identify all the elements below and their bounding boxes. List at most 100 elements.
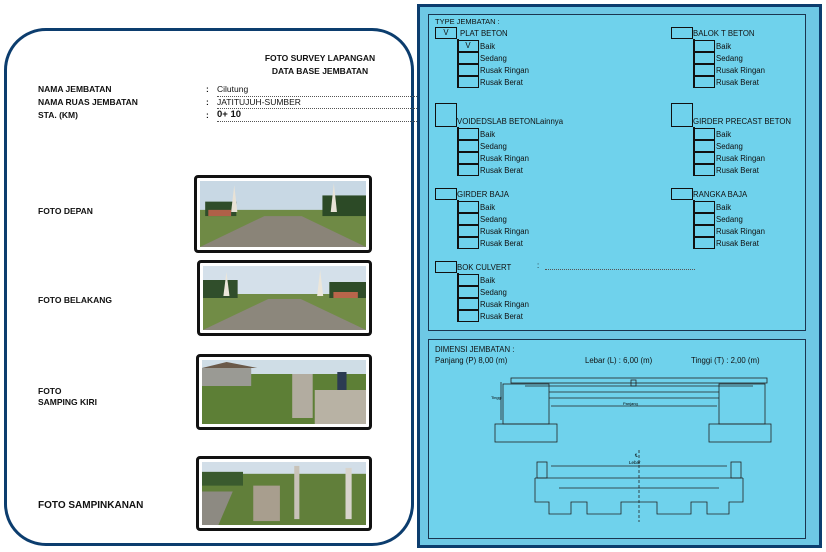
balok-t-cond-sedang[interactable]: Sedang xyxy=(693,52,743,64)
cond-checkbox[interactable] xyxy=(693,213,715,225)
sta-colon: : xyxy=(206,110,209,120)
type-voidedslab-beton-checkbox[interactable] xyxy=(435,103,457,127)
type-plat-beton[interactable]: V PLAT BETON xyxy=(435,27,508,40)
cond-checkbox[interactable] xyxy=(693,40,715,52)
bridge-type-panel: TYPE JEMBATAN : V PLAT BETON V Baik Sedang… xyxy=(428,14,806,331)
type-girder-baja-label: GIRDER BAJA xyxy=(457,190,509,199)
cond-checkbox[interactable] xyxy=(693,64,715,76)
type-balok-t-beton[interactable]: BALOK T BETON xyxy=(671,27,755,40)
voidedslab-cond-rusak-berat[interactable]: Rusak Berat xyxy=(457,164,523,176)
bok-culvert-cond-rusak-berat[interactable]: Rusak Berat xyxy=(457,310,523,322)
rangka-baja-cond-rusak-ringan[interactable]: Rusak Ringan xyxy=(693,225,765,237)
cond-checkbox[interactable] xyxy=(693,128,715,140)
cond-checkbox[interactable] xyxy=(457,128,479,140)
type-voidedslab-beton[interactable]: VOIDEDSLAB BETONLainnya xyxy=(435,103,563,129)
type-rangka-baja[interactable]: RANGKA BAJA xyxy=(671,188,747,201)
dimension-length: Panjang (P) 8,00 (m) xyxy=(435,356,508,365)
balok-t-cond-baik[interactable]: Baik xyxy=(693,40,731,52)
type-girder-precast-checkbox[interactable] xyxy=(671,103,693,127)
type-girder-baja[interactable]: GIRDER BAJA xyxy=(435,188,509,201)
bok-culvert-colon: : xyxy=(537,261,540,270)
girder-precast-cond-baik[interactable]: Baik xyxy=(693,128,731,140)
type-girder-precast-label: GIRDER PRECAST BETON xyxy=(693,117,792,126)
type-bok-culvert[interactable]: BOK CULVERT xyxy=(435,261,511,274)
photo-front-label: FOTO DEPAN xyxy=(38,206,93,216)
road-name-value: JATITUJUH-SUMBER xyxy=(217,97,301,107)
cond-checkbox[interactable] xyxy=(457,225,479,237)
cond-checkbox[interactable] xyxy=(457,237,479,249)
dimension-width: Lebar (L) : 6,00 (m) xyxy=(585,356,653,365)
cond-checkbox[interactable] xyxy=(457,286,479,298)
cond-checkbox[interactable] xyxy=(693,52,715,64)
photo-right-side-label: FOTO SAMPINKANAN xyxy=(38,500,144,511)
survey-title-line2: DATA BASE JEMBATAN xyxy=(271,66,369,76)
voidedslab-cond-rusak-ringan[interactable]: Rusak Ringan xyxy=(457,152,529,164)
bok-culvert-cond-sedang[interactable]: Sedang xyxy=(457,286,507,298)
cond-checkbox[interactable] xyxy=(457,64,479,76)
cond-checkbox[interactable] xyxy=(457,213,479,225)
type-voidedslab-extra: Lainnya xyxy=(535,117,564,126)
plat-beton-cond-rusak-ringan[interactable]: Rusak Ringan xyxy=(457,64,529,76)
cond-checkbox[interactable] xyxy=(693,76,715,88)
type-plat-beton-label: PLAT BETON xyxy=(460,29,508,38)
rangka-baja-cond-baik[interactable]: Baik xyxy=(693,201,731,213)
type-balok-t-beton-checkbox[interactable] xyxy=(671,27,693,39)
rangka-baja-cond-sedang[interactable]: Sedang xyxy=(693,213,743,225)
cond-checkbox[interactable] xyxy=(693,140,715,152)
cond-checkbox[interactable] xyxy=(693,225,715,237)
drawing-width-label: Lebar xyxy=(629,460,641,465)
bridge-name-colon: : xyxy=(206,84,209,94)
type-voidedslab-beton-label: VOIDEDSLAB BETON xyxy=(457,117,536,126)
photo-left-side-image xyxy=(202,360,366,424)
cond-checkbox[interactable] xyxy=(457,164,479,176)
cond-checkbox[interactable] xyxy=(457,310,479,322)
type-girder-baja-checkbox[interactable] xyxy=(435,188,457,200)
type-bok-culvert-checkbox[interactable] xyxy=(435,261,457,273)
sta-dotline xyxy=(217,121,427,122)
cond-checkbox[interactable] xyxy=(693,164,715,176)
balok-t-cond-rusak-berat[interactable]: Rusak Berat xyxy=(693,76,759,88)
cond-checkbox[interactable] xyxy=(457,152,479,164)
survey-title-line1: FOTO SURVEY LAPANGAN xyxy=(264,53,376,63)
girder-precast-cond-sedang[interactable]: Sedang xyxy=(693,140,743,152)
cond-checkbox[interactable] xyxy=(693,201,715,213)
girder-precast-cond-rusak-berat[interactable]: Rusak Berat xyxy=(693,164,759,176)
cond-checkbox[interactable] xyxy=(693,152,715,164)
cond-checkbox[interactable] xyxy=(693,237,715,249)
girder-baja-cond-rusak-ringan[interactable]: Rusak Ringan xyxy=(457,225,529,237)
girder-baja-cond-rusak-berat[interactable]: Rusak Berat xyxy=(457,237,523,249)
bridge-name-label: NAMA JEMBATAN xyxy=(38,84,112,94)
cond-checkbox[interactable] xyxy=(457,274,479,286)
dimension-height: Tinggi (T) : 2,00 (m) xyxy=(691,356,760,365)
type-rangka-baja-label: RANGKA BAJA xyxy=(693,190,748,199)
road-name-colon: : xyxy=(206,97,209,107)
girder-baja-cond-baik[interactable]: Baik xyxy=(457,201,495,213)
plat-beton-cond-baik[interactable]: V Baik xyxy=(457,40,495,52)
bok-culvert-cond-rusak-ringan[interactable]: Rusak Ringan xyxy=(457,298,529,310)
cond-checkbox[interactable]: V xyxy=(457,40,479,52)
type-rangka-baja-checkbox[interactable] xyxy=(671,188,693,200)
bok-culvert-cond-baik[interactable]: Baik xyxy=(457,274,495,286)
photo-back xyxy=(197,260,372,336)
road-name-label: NAMA RUAS JEMBATAN xyxy=(38,97,138,107)
balok-t-cond-rusak-ringan[interactable]: Rusak Ringan xyxy=(693,64,765,76)
voidedslab-cond-baik[interactable]: Baik xyxy=(457,128,495,140)
girder-precast-cond-rusak-ringan[interactable]: Rusak Ringan xyxy=(693,152,765,164)
cond-checkbox[interactable] xyxy=(457,52,479,64)
drawing-length-label: Panjang xyxy=(623,401,638,406)
plat-beton-cond-sedang[interactable]: Sedang xyxy=(457,52,507,64)
cond-checkbox[interactable] xyxy=(457,76,479,88)
type-girder-precast-beton[interactable]: GIRDER PRECAST BETON xyxy=(671,103,791,129)
cond-checkbox[interactable] xyxy=(457,298,479,310)
girder-baja-cond-sedang[interactable]: Sedang xyxy=(457,213,507,225)
cond-checkbox[interactable] xyxy=(457,140,479,152)
voidedslab-cond-sedang[interactable]: Sedang xyxy=(457,140,507,152)
rangka-baja-cond-rusak-berat[interactable]: Rusak Berat xyxy=(693,237,759,249)
dimensions-panel: DIMENSI JEMBATAN : Panjang (P) 8,00 (m) … xyxy=(428,339,806,539)
bridge-type-sheet: TYPE JEMBATAN : V PLAT BETON V Baik Sedang… xyxy=(417,4,822,548)
drawing-height-label: Tinggi xyxy=(491,395,502,400)
type-plat-beton-checkbox[interactable]: V xyxy=(435,27,457,39)
plat-beton-cond-rusak-berat[interactable]: Rusak Berat xyxy=(457,76,523,88)
cond-checkbox[interactable] xyxy=(457,201,479,213)
photo-right-side xyxy=(196,456,372,531)
